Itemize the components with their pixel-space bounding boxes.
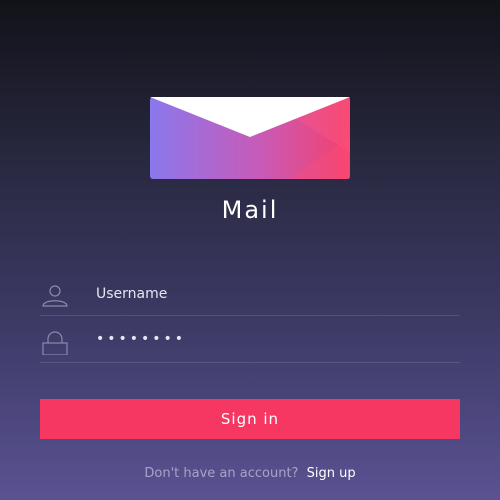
password-field[interactable]: •••••••• [40, 323, 460, 363]
user-icon [42, 285, 68, 307]
signup-prompt-text: Don't have an account? [144, 466, 299, 481]
sign-in-button[interactable]: Sign in [40, 399, 460, 439]
app-title: Mail [221, 196, 279, 224]
username-input[interactable]: Username [96, 286, 167, 302]
username-field[interactable]: Username [40, 276, 460, 316]
envelope-icon [150, 97, 350, 179]
username-underline [40, 315, 460, 316]
password-underline [40, 362, 460, 363]
signup-prompt: Don't have an account? Sign up [0, 466, 500, 481]
sign-up-link[interactable]: Sign up [307, 466, 356, 481]
lock-icon [42, 331, 68, 355]
password-input[interactable]: •••••••• [96, 331, 186, 347]
